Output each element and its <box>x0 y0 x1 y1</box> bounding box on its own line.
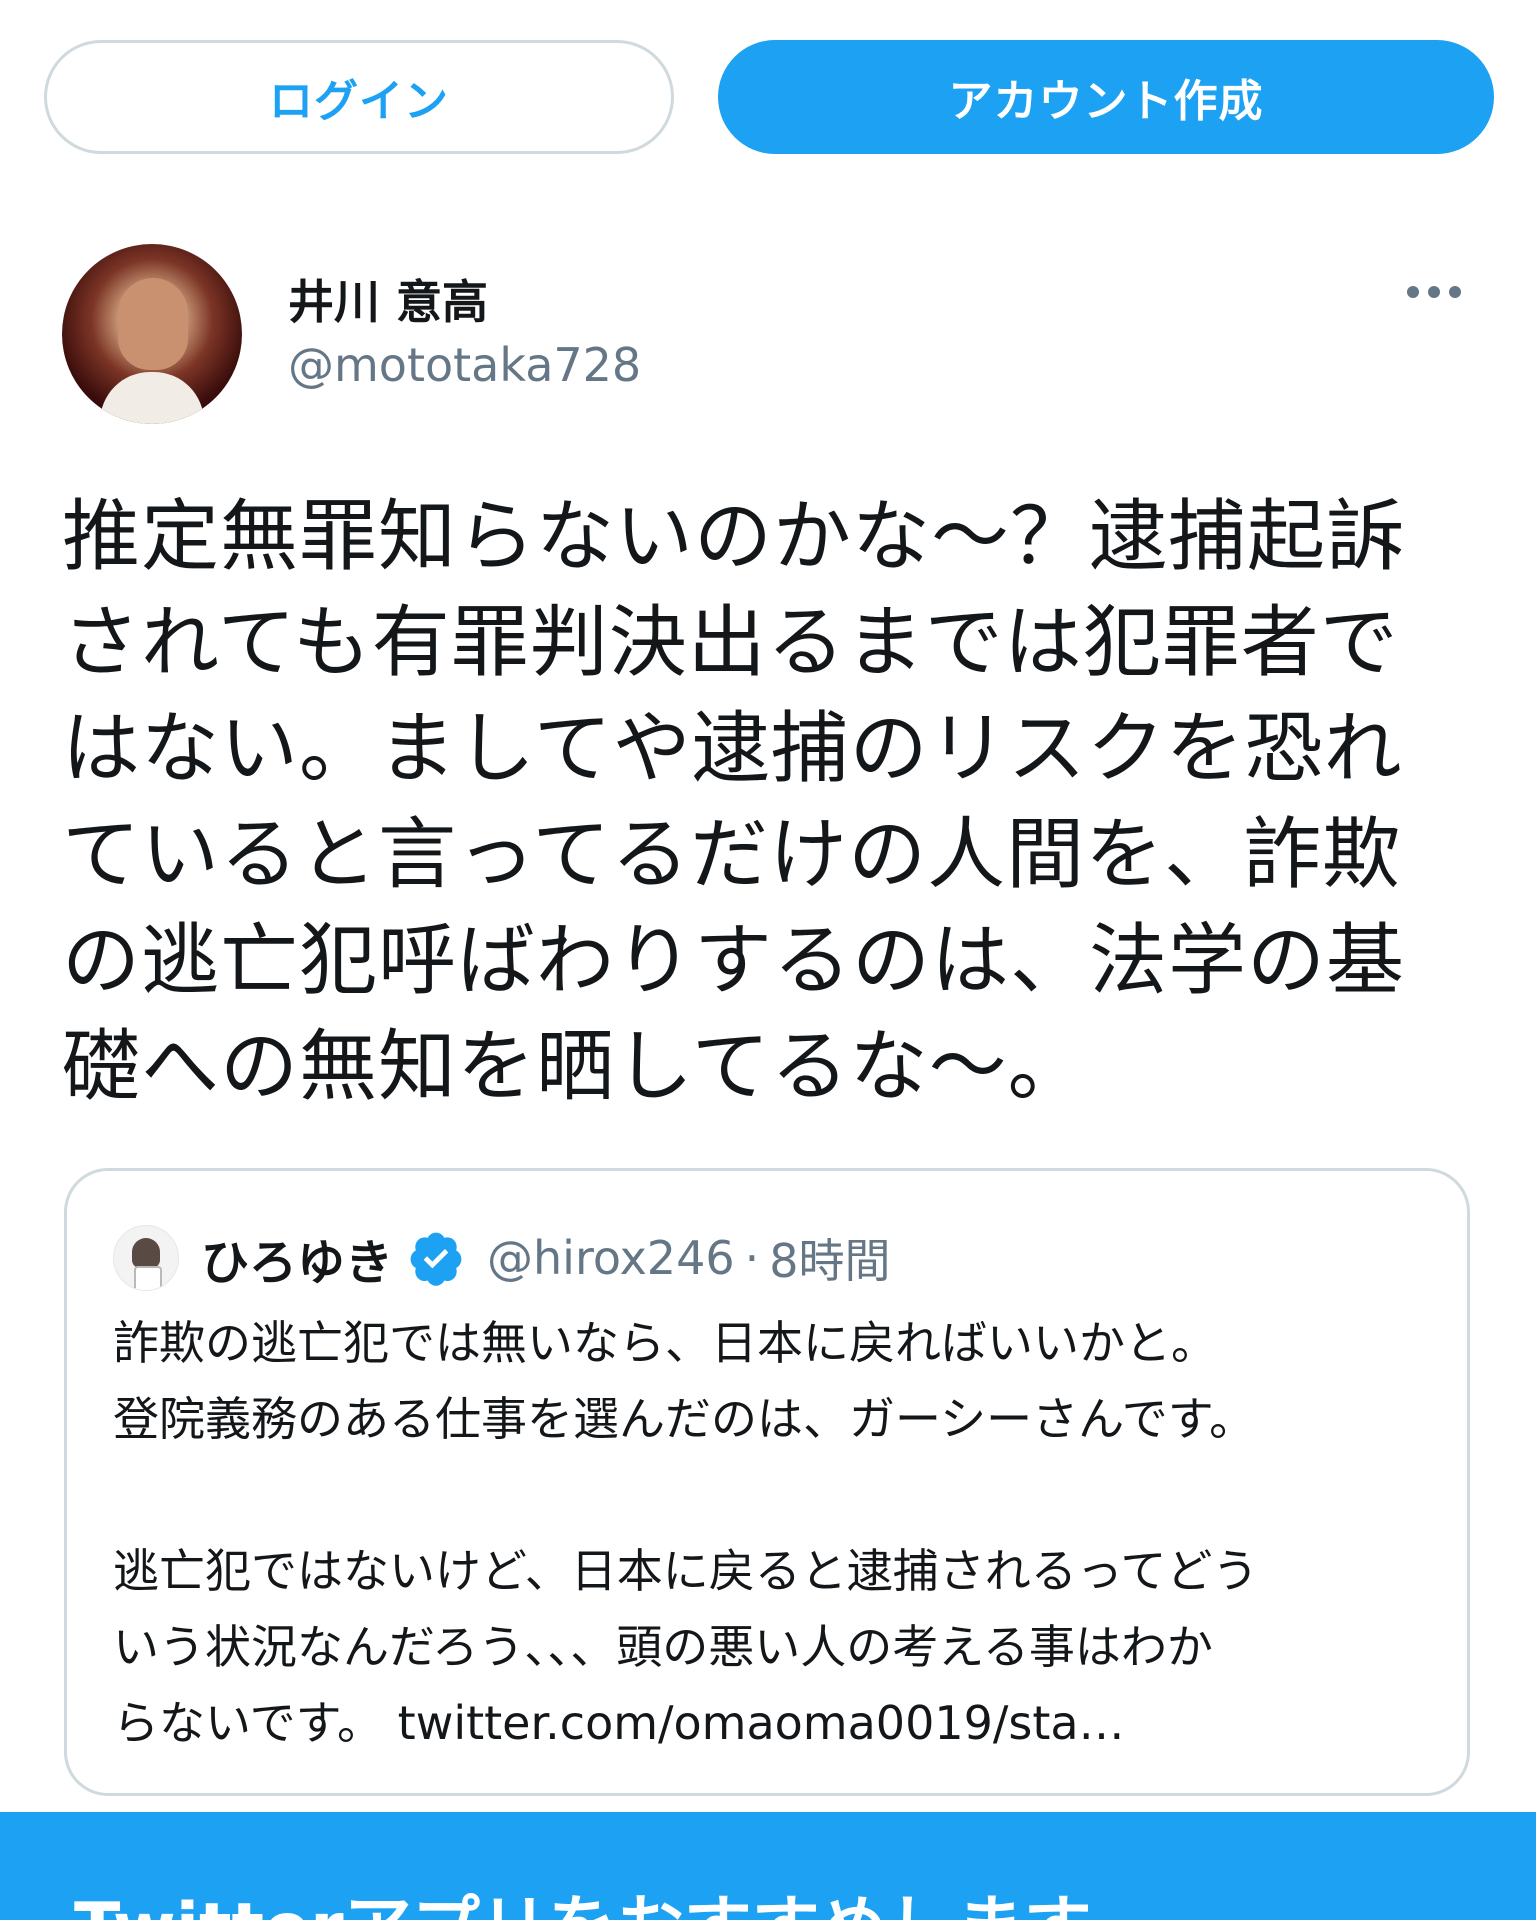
quoted-tweet-card[interactable]: ひろゆき @hirox246 · 8時間 詐欺の逃亡犯では無いなら、日本に戻れば… <box>64 1168 1470 1796</box>
author-name[interactable]: 井川 意高 <box>288 266 488 332</box>
more-horizontal-icon[interactable] <box>1406 284 1462 300</box>
avatar-hair <box>132 1238 160 1268</box>
tweet-text: 推定無罪知らないのかな〜？逮捕起訴 されても有罪判決出るまでは犯罪者で はない。… <box>62 492 1406 1112</box>
quoted-tweet-header: ひろゆき @hirox246 · 8時間 <box>113 1223 891 1293</box>
author-handle[interactable]: @mototaka728 <box>288 338 641 392</box>
avatar-face <box>118 278 188 370</box>
avatar-body <box>134 1266 162 1290</box>
create-account-button[interactable]: アカウント作成 <box>718 40 1494 154</box>
quoted-author-avatar <box>113 1225 179 1291</box>
quoted-author-name: ひろゆき <box>201 1235 394 1291</box>
login-button[interactable]: ログイン <box>44 40 674 154</box>
quoted-author-handle: @hirox246 <box>487 1231 735 1285</box>
author-avatar[interactable] <box>62 244 242 424</box>
tweet-author: 井川 意高 @mototaka728 <box>62 244 1482 424</box>
quoted-separator: · <box>744 1231 760 1285</box>
quoted-tweet-body: 詐欺の逃亡犯では無いなら、日本に戻ればいいかと。 登院義務のある仕事を選んだのは… <box>113 1316 1259 1750</box>
verified-badge-icon <box>410 1232 462 1286</box>
app-promo-text: Twitterアプリをおすすめします <box>74 1872 1092 1920</box>
quoted-tweet-text: 詐欺の逃亡犯では無いなら、日本に戻ればいいかと。 登院義務のある仕事を選んだのは… <box>113 1305 1443 1761</box>
tweet-page: ログイン アカウント作成 井川 意高 @mototaka728 推定無罪知らない… <box>0 0 1536 1920</box>
top-actions: ログイン アカウント作成 <box>44 40 1494 158</box>
quoted-timestamp: 8時間 <box>769 1234 891 1288</box>
avatar-shirt <box>100 372 204 424</box>
app-promo-banner[interactable]: Twitterアプリをおすすめします <box>0 1812 1536 1920</box>
quoted-tweet-link[interactable]: twitter.com/omaoma0019/sta… <box>398 1696 1125 1750</box>
